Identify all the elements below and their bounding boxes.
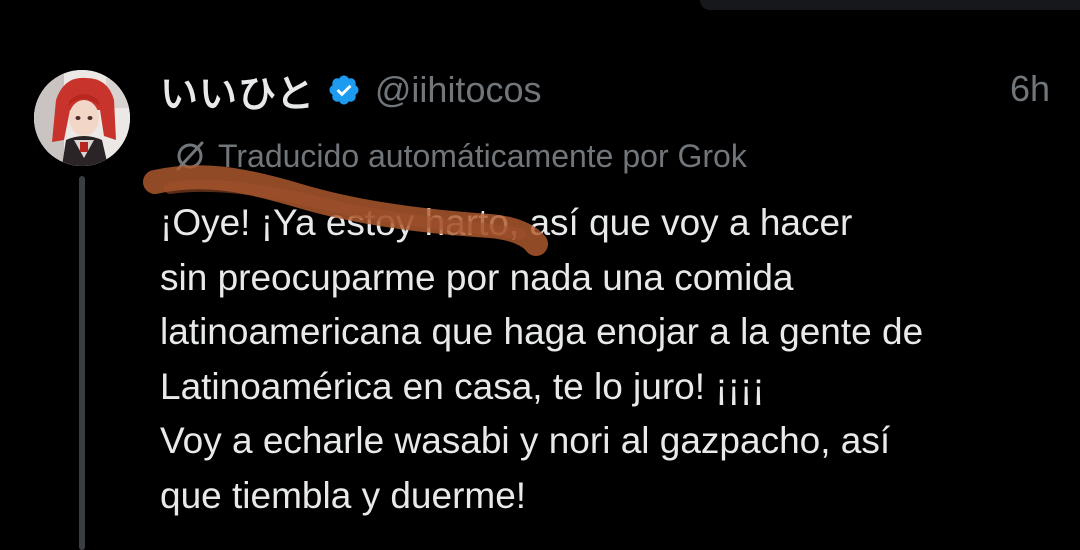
verified-badge-icon[interactable] (327, 73, 361, 107)
grok-translate-icon (176, 141, 204, 171)
tweet-body: ¡Oye! ¡Ya estoy harto, así que voy a hac… (160, 196, 1060, 523)
tweet-text-line: Latinoamérica en casa, te lo juro! ¡¡¡¡ (160, 365, 765, 407)
avatar[interactable] (34, 70, 130, 166)
tweet-text-line: Voy a echarle wasabi y nori al gazpacho,… (160, 420, 891, 461)
tweet-text-line: ¡Oye! ¡Ya estoy harto, así que voy a hac… (160, 202, 853, 243)
display-name[interactable]: いいひと (160, 63, 315, 118)
user-handle[interactable]: @iihitocos (375, 69, 542, 111)
translation-label: Traducido automáticamente por Grok (218, 137, 747, 174)
auto-translation-row[interactable]: Traducido automáticamente por Grok (172, 134, 747, 178)
tweet-text-line: latinoamericana que haga enojar a la gen… (160, 311, 924, 352)
tweet-text-line: que tiembla y duerme! (160, 474, 527, 516)
tweet-text-line: sin preocuparme por nada una comida (160, 256, 794, 298)
thread-connector-line (79, 176, 85, 550)
top-bar-edge (700, 0, 1080, 10)
avatar-image (34, 70, 130, 166)
tweet-header: いいひと @iihitocos 6h (160, 62, 1050, 118)
tweet-timestamp[interactable]: 6h (1010, 68, 1050, 110)
